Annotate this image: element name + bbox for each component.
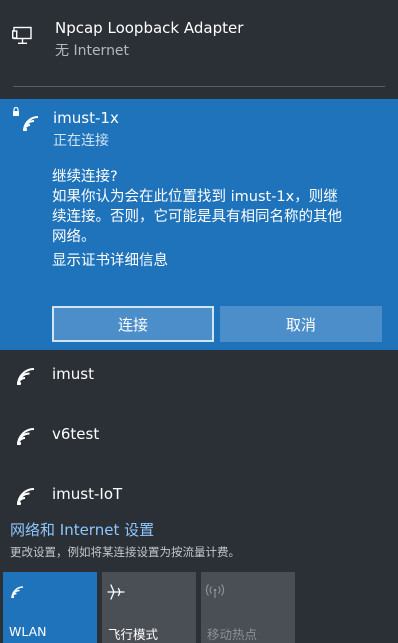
wifi-icon bbox=[17, 488, 35, 506]
active-network-ssid: imust-1x bbox=[53, 109, 119, 127]
wifi-icon bbox=[17, 368, 35, 386]
adapter-row[interactable]: Npcap Loopback Adapter 无 Internet bbox=[0, 0, 398, 86]
airplane-mode-tile[interactable]: 飞行模式 bbox=[102, 572, 196, 643]
network-ssid: v6test bbox=[52, 425, 100, 443]
airplane-icon bbox=[107, 584, 125, 600]
active-network-panel: imust-1x 正在连接 继续连接? 如果你认为会在此位置找到 imust-1… bbox=[0, 99, 398, 350]
continue-question: 继续连接? bbox=[52, 169, 118, 185]
warning-line: 如果你认为会在此位置找到 imust-1x，则继 bbox=[52, 189, 338, 205]
wifi-icon bbox=[11, 586, 24, 599]
connect-button[interactable]: 连接 bbox=[52, 306, 214, 342]
network-item[interactable]: v6test bbox=[0, 415, 398, 473]
tile-label: WLAN bbox=[9, 624, 47, 639]
cancel-button[interactable]: 取消 bbox=[220, 306, 382, 342]
network-settings-link[interactable]: 网络和 Internet 设置 bbox=[10, 519, 154, 540]
hotspot-icon bbox=[205, 584, 225, 598]
network-item[interactable]: imust bbox=[0, 355, 398, 413]
show-certificate-link[interactable]: 显示证书详细信息 bbox=[52, 251, 168, 271]
adapter-name: Npcap Loopback Adapter bbox=[55, 19, 244, 37]
network-ssid: imust bbox=[52, 365, 94, 383]
adapter-status: 无 Internet bbox=[55, 43, 130, 59]
warning-message: 如果你认为会在此位置找到 imust-1x，则继 续连接。否则，它可能是具有相同… bbox=[52, 187, 342, 247]
warning-line: 续连接。否则，它可能是具有相同名称的其他 bbox=[52, 209, 342, 225]
wifi-icon bbox=[17, 428, 35, 446]
secured-wifi-icon bbox=[13, 107, 39, 132]
wlan-toggle-tile[interactable]: WLAN bbox=[3, 572, 97, 643]
tile-label: 飞行模式 bbox=[108, 627, 159, 642]
mobile-hotspot-tile[interactable]: 移动热点 bbox=[201, 572, 295, 643]
network-settings-description: 更改设置，例如将某连接设置为按流量计费。 bbox=[10, 545, 240, 559]
warning-line: 网络。 bbox=[52, 229, 96, 245]
network-ssid: imust-IoT bbox=[52, 485, 123, 503]
tile-label: 移动热点 bbox=[207, 627, 258, 642]
active-network-state: 正在连接 bbox=[53, 133, 109, 149]
divider bbox=[13, 86, 385, 87]
ethernet-adapter-icon bbox=[12, 26, 32, 44]
